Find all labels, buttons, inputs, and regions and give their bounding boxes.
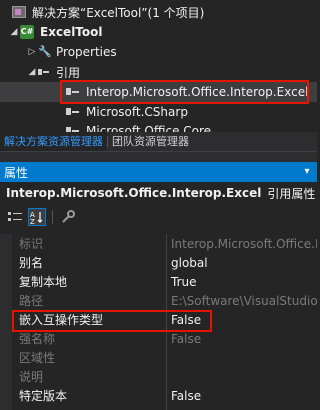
property-name: 复制本地 bbox=[19, 275, 68, 289]
tree-item-label: Microsoft.Office.Core bbox=[86, 124, 212, 132]
tree-item-properties[interactable]: ▷ 🔧 Properties bbox=[0, 42, 317, 62]
solution-icon bbox=[12, 6, 26, 18]
tree-item-reference-office-core[interactable]: Microsoft.Office.Core bbox=[0, 121, 317, 132]
solution-explorer: 解决方案“ExcelTool”(1 个项目) ◢ C# ExcelTool ▷ … bbox=[0, 0, 317, 132]
svg-text:Z: Z bbox=[30, 218, 35, 224]
tree-item-label: Microsoft.CSharp bbox=[86, 105, 188, 119]
tree-item-label: 引用 bbox=[56, 65, 81, 80]
property-row[interactable]: 路径 E:\Software\VisualStudio2013\Projects bbox=[0, 291, 317, 310]
categorized-icon[interactable] bbox=[6, 208, 24, 226]
expand-arrow-icon[interactable]: ◢ bbox=[8, 27, 20, 37]
property-name: 区域性 bbox=[19, 351, 56, 365]
properties-toolbar: AZ bbox=[0, 206, 317, 228]
properties-object-selector[interactable]: Interop.Microsoft.Office.Interop.Excel 引… bbox=[0, 182, 317, 204]
property-value: Interop.Microsoft.Office.Interop.Excel bbox=[171, 236, 317, 251]
assembly-reference-icon bbox=[66, 107, 80, 117]
property-row[interactable]: 复制本地 True bbox=[0, 272, 317, 291]
csharp-project-icon: C# bbox=[20, 25, 34, 39]
references-icon bbox=[38, 67, 50, 77]
tree-item-solution[interactable]: 解决方案“ExcelTool”(1 个项目) bbox=[0, 2, 317, 22]
properties-title: 属性 bbox=[4, 165, 29, 180]
object-name: Interop.Microsoft.Office.Interop.Excel bbox=[6, 186, 262, 200]
property-value: E:\Software\VisualStudio2013\Projects bbox=[171, 293, 317, 308]
toolbar-separator bbox=[52, 210, 53, 224]
property-value[interactable]: global bbox=[171, 256, 208, 270]
tree-item-label: Properties bbox=[56, 45, 117, 59]
tree-item-reference-csharp[interactable]: Microsoft.CSharp bbox=[0, 102, 317, 122]
collapse-arrow-icon[interactable]: ▷ bbox=[26, 47, 38, 57]
tree-item-label: 解决方案“ExcelTool”(1 个项目) bbox=[32, 5, 205, 20]
property-name: 强名称 bbox=[19, 332, 56, 346]
tab-solution-explorer[interactable]: 解决方案资源管理器 bbox=[0, 132, 107, 151]
properties-titlebar: 属性 ▾ bbox=[0, 162, 317, 182]
property-row[interactable]: 说明 bbox=[0, 367, 317, 386]
highlight-box bbox=[60, 80, 309, 104]
tree-item-label: ExcelTool bbox=[40, 25, 103, 39]
property-value: False bbox=[171, 331, 202, 346]
property-row[interactable]: 别名 global bbox=[0, 253, 317, 272]
tree-item-project[interactable]: ◢ C# ExcelTool bbox=[0, 22, 317, 42]
wrench-icon: 🔧 bbox=[38, 45, 52, 58]
object-type: 引用属性 bbox=[267, 186, 316, 201]
property-pages-icon[interactable] bbox=[59, 208, 77, 226]
property-value[interactable]: True bbox=[171, 275, 197, 289]
alphabetical-icon[interactable]: AZ bbox=[28, 208, 46, 226]
tree-item-references[interactable]: ◢ 引用 bbox=[0, 62, 317, 82]
property-name: 别名 bbox=[19, 256, 44, 270]
tool-window-tabs: 解决方案资源管理器 团队资源管理器 bbox=[0, 132, 317, 152]
property-row[interactable]: 特定版本 False bbox=[0, 386, 317, 405]
property-row[interactable]: 标识 Interop.Microsoft.Office.Interop.Exce… bbox=[0, 234, 317, 253]
pin-icon[interactable]: ▾ bbox=[301, 165, 313, 179]
tab-team-explorer[interactable]: 团队资源管理器 bbox=[108, 132, 193, 151]
highlight-box bbox=[12, 310, 212, 332]
property-name: 标识 bbox=[19, 237, 44, 251]
property-name: 路径 bbox=[19, 294, 44, 308]
panel-splitter[interactable] bbox=[0, 152, 317, 162]
property-name: 特定版本 bbox=[19, 389, 68, 403]
property-value[interactable]: False bbox=[171, 389, 201, 403]
property-name: 说明 bbox=[19, 370, 44, 384]
property-row[interactable]: 区域性 bbox=[0, 348, 317, 367]
expand-arrow-icon[interactable]: ◢ bbox=[26, 67, 38, 77]
